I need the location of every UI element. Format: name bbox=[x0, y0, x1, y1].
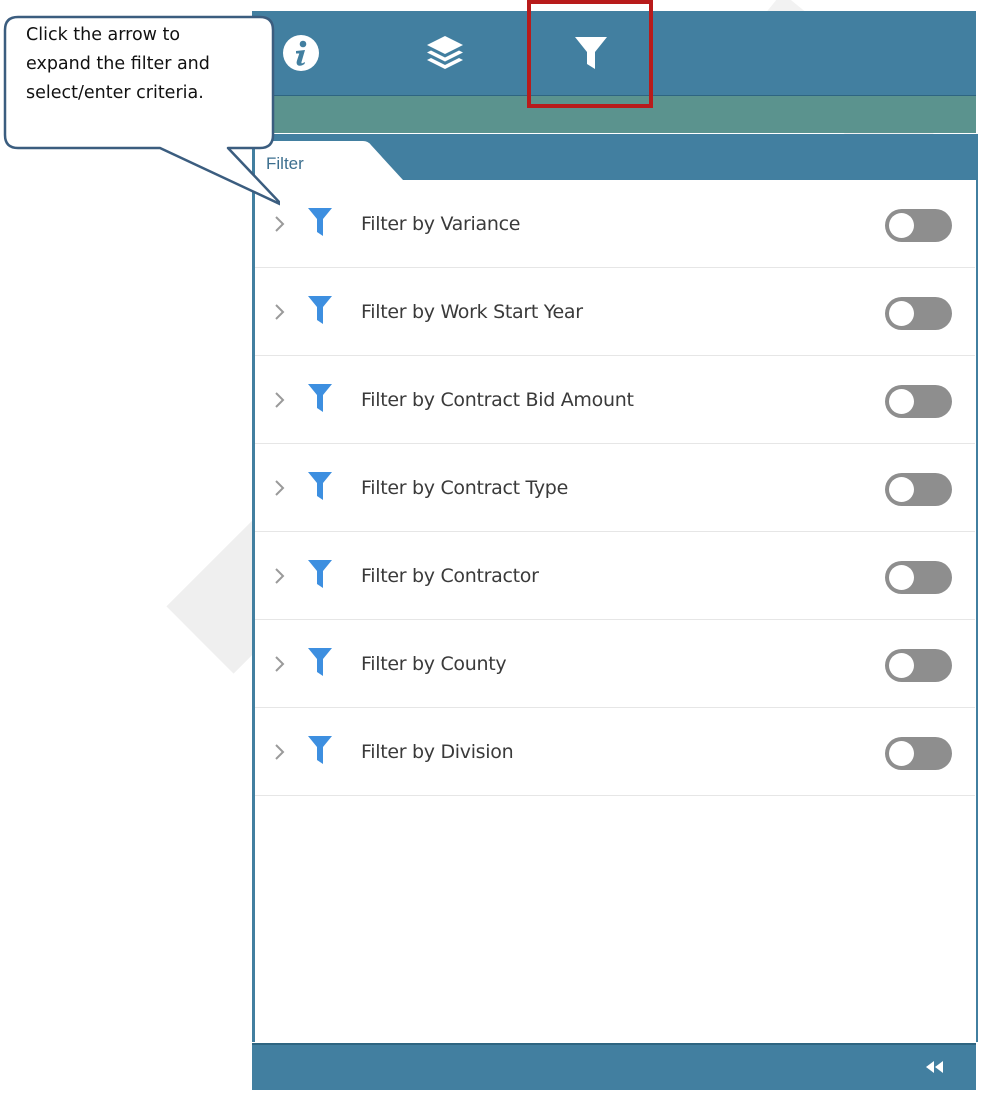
filter-toggle[interactable] bbox=[885, 385, 952, 418]
chevron-right-icon[interactable] bbox=[274, 479, 286, 497]
toggle-knob bbox=[889, 213, 914, 238]
callout-line: expand the filter and bbox=[26, 54, 210, 74]
toggle-knob bbox=[889, 301, 914, 326]
chevron-right-icon[interactable] bbox=[274, 743, 286, 761]
subheader-bar bbox=[252, 96, 976, 133]
filter-row[interactable]: Filter by Contract Type bbox=[255, 444, 975, 532]
toggle-knob bbox=[889, 741, 914, 766]
filter-row[interactable]: Filter by Contractor bbox=[255, 532, 975, 620]
filter-funnel-icon bbox=[308, 648, 332, 676]
filter-funnel-icon bbox=[308, 296, 332, 324]
filter-funnel-icon bbox=[308, 384, 332, 412]
layers-button[interactable] bbox=[410, 11, 480, 95]
filter-icon bbox=[575, 37, 607, 69]
chevron-right-icon[interactable] bbox=[274, 655, 286, 673]
filter-toggle[interactable] bbox=[885, 649, 952, 682]
callout-bubble: Click the arrow to expand the filter and… bbox=[0, 0, 280, 220]
filter-label: Filter by Contract Bid Amount bbox=[361, 389, 634, 411]
layers-icon bbox=[427, 36, 463, 69]
panel-footer bbox=[252, 1043, 976, 1090]
filter-funnel-icon bbox=[308, 208, 332, 236]
callout-line: Click the arrow to bbox=[26, 25, 181, 45]
filter-toggle[interactable] bbox=[885, 561, 952, 594]
callout-text: Click the arrow to expand the filter and… bbox=[26, 21, 261, 108]
filter-row[interactable]: Filter by Work Start Year bbox=[255, 268, 975, 356]
double-chevron-left-icon bbox=[926, 1061, 943, 1073]
filter-label: Filter by Variance bbox=[361, 213, 521, 235]
collapse-button[interactable] bbox=[924, 1060, 946, 1079]
chevron-right-icon[interactable] bbox=[274, 303, 286, 321]
chevron-right-icon[interactable] bbox=[274, 391, 286, 409]
filter-button[interactable] bbox=[556, 11, 626, 95]
filter-funnel-icon bbox=[308, 560, 332, 588]
filter-row[interactable]: Filter by County bbox=[255, 620, 975, 708]
filter-funnel-icon bbox=[308, 472, 332, 500]
filter-toggle[interactable] bbox=[885, 297, 952, 330]
filter-toggle[interactable] bbox=[885, 737, 952, 770]
toggle-knob bbox=[889, 565, 914, 590]
filter-toggle[interactable] bbox=[885, 473, 952, 506]
filter-label: Filter by Contractor bbox=[361, 565, 539, 587]
toggle-knob bbox=[889, 477, 914, 502]
info-icon bbox=[283, 35, 319, 71]
filter-row[interactable]: Filter by Variance bbox=[255, 180, 975, 268]
top-toolbar bbox=[252, 11, 976, 96]
filter-label: Filter by Work Start Year bbox=[361, 301, 583, 323]
callout-line: select/enter criteria. bbox=[26, 83, 204, 103]
filter-list: Filter by Variance Filter by Work Start Y… bbox=[255, 180, 975, 1042]
filter-toggle[interactable] bbox=[885, 209, 952, 242]
filter-funnel-icon bbox=[308, 736, 332, 764]
toggle-knob bbox=[889, 389, 914, 414]
filter-label: Filter by County bbox=[361, 653, 507, 675]
filter-row[interactable]: Filter by Division bbox=[255, 708, 975, 796]
filter-row[interactable]: Filter by Contract Bid Amount bbox=[255, 356, 975, 444]
filter-label: Filter by Contract Type bbox=[361, 477, 568, 499]
chevron-right-icon[interactable] bbox=[274, 567, 286, 585]
toggle-knob bbox=[889, 653, 914, 678]
filter-label: Filter by Division bbox=[361, 741, 514, 763]
